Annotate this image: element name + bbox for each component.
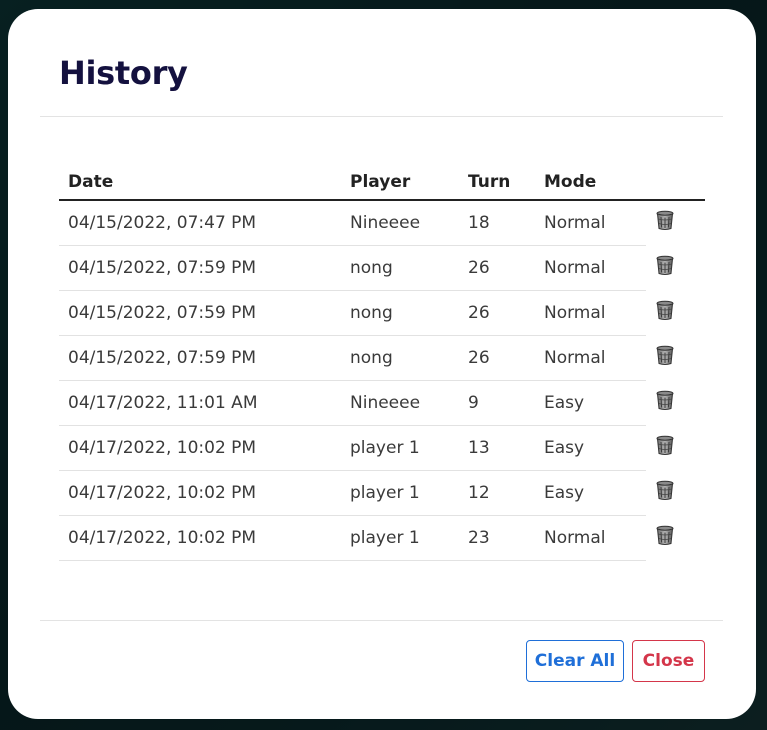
cell-player: player 1 [341,425,459,471]
cell-date: 04/15/2022, 07:59 PM [59,290,341,336]
clear-all-button[interactable]: Clear All [526,640,624,682]
cell-action [646,336,705,381]
cell-player: Nineeee [341,380,459,426]
cell-date: 04/15/2022, 07:59 PM [59,335,341,381]
cell-turn: 26 [459,335,535,381]
trash-icon[interactable] [654,254,676,276]
cell-date: 04/15/2022, 07:59 PM [59,245,341,291]
column-header-turn: Turn [459,165,535,201]
trash-icon[interactable] [654,524,676,546]
history-table: Date Player Turn Mode 04/15/2022, 07:47 … [59,165,705,561]
cell-turn: 13 [459,425,535,471]
cell-turn: 26 [459,245,535,291]
close-button[interactable]: Close [632,640,705,682]
table-row: 04/17/2022, 10:02 PM player 1 13 Easy [59,425,705,471]
cell-action [646,291,705,336]
cell-turn: 12 [459,470,535,516]
table-row: 04/17/2022, 10:02 PM player 1 23 Normal [59,515,705,561]
cell-date: 04/15/2022, 07:47 PM [59,200,341,246]
cell-turn: 9 [459,380,535,426]
cell-player: nong [341,290,459,336]
cell-player: player 1 [341,515,459,561]
cell-action [646,426,705,471]
cell-mode: Normal [535,335,646,381]
table-row: 04/15/2022, 07:59 PM nong 26 Normal [59,245,705,291]
cell-date: 04/17/2022, 10:02 PM [59,425,341,471]
cell-action [646,381,705,426]
column-header-actions [646,165,705,201]
trash-icon[interactable] [654,344,676,366]
cell-turn: 23 [459,515,535,561]
cell-date: 04/17/2022, 10:02 PM [59,470,341,516]
cell-mode: Normal [535,515,646,561]
cell-player: Nineeee [341,200,459,246]
cell-player: nong [341,335,459,381]
trash-icon[interactable] [654,299,676,321]
trash-icon[interactable] [654,389,676,411]
cell-action [646,471,705,516]
trash-icon[interactable] [654,209,676,231]
cell-player: nong [341,245,459,291]
cell-player: player 1 [341,470,459,516]
table-header-row: Date Player Turn Mode [59,165,705,201]
cell-date: 04/17/2022, 10:02 PM [59,515,341,561]
table-row: 04/15/2022, 07:59 PM nong 26 Normal [59,290,705,336]
cell-mode: Normal [535,290,646,336]
dialog-header: History [40,9,723,117]
cell-action [646,516,705,561]
trash-icon[interactable] [654,434,676,456]
column-header-player: Player [341,165,459,201]
dialog-footer: Clear All Close [40,620,723,720]
cell-mode: Easy [535,470,646,516]
column-header-date: Date [59,165,341,201]
cell-mode: Normal [535,245,646,291]
history-table-container: Date Player Turn Mode 04/15/2022, 07:47 … [59,165,705,561]
table-row: 04/15/2022, 07:47 PM Nineeee 18 Normal [59,200,705,246]
cell-mode: Normal [535,200,646,246]
dialog-title: History [59,54,188,92]
cell-date: 04/17/2022, 11:01 AM [59,380,341,426]
table-row: 04/17/2022, 11:01 AM Nineeee 9 Easy [59,380,705,426]
trash-icon[interactable] [654,479,676,501]
cell-turn: 26 [459,290,535,336]
cell-mode: Easy [535,425,646,471]
column-header-mode: Mode [535,165,646,201]
history-dialog: History Date Player Turn Mode 04/15/2022… [8,9,756,719]
cell-mode: Easy [535,380,646,426]
cell-turn: 18 [459,200,535,246]
cell-action [646,246,705,291]
table-body: 04/15/2022, 07:47 PM Nineeee 18 Normal 04/15… [59,200,705,561]
table-row: 04/17/2022, 10:02 PM player 1 12 Easy [59,470,705,516]
cell-action [646,200,705,246]
table-row: 04/15/2022, 07:59 PM nong 26 Normal [59,335,705,381]
